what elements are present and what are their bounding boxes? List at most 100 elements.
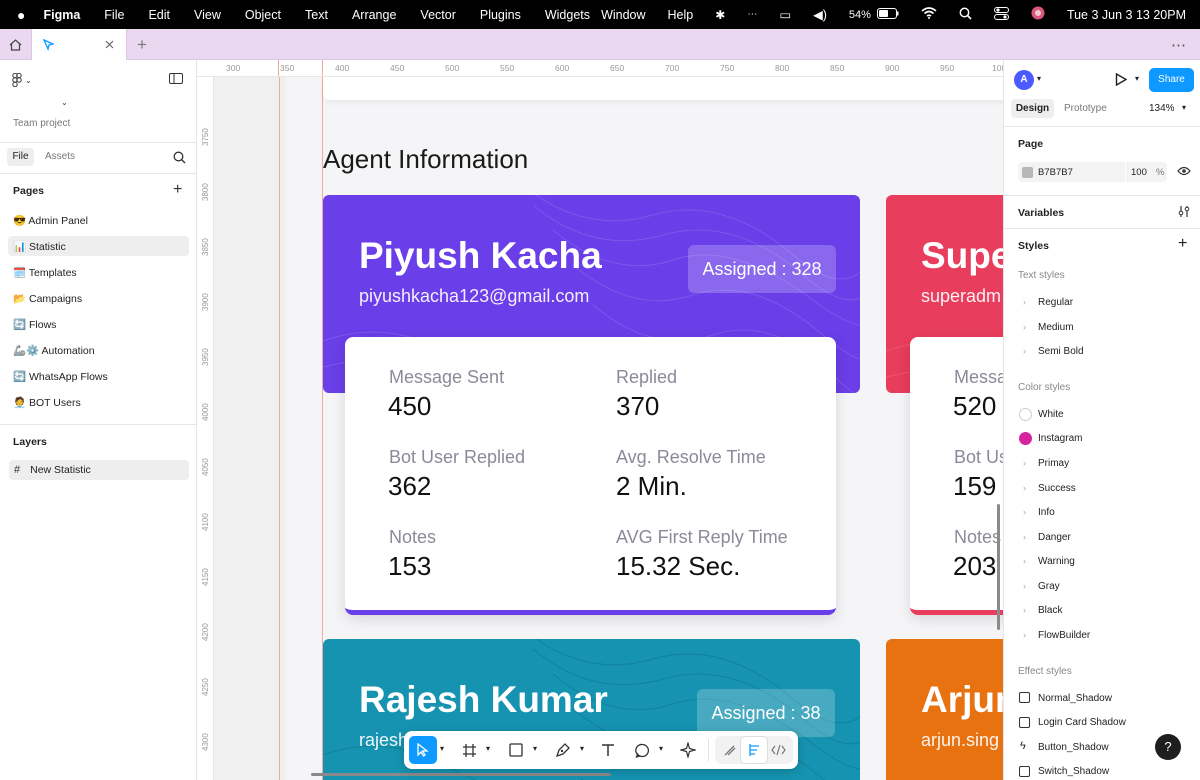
user-avatar[interactable]: A	[1014, 70, 1034, 90]
pen-tool-button[interactable]	[549, 736, 577, 764]
page-item-campaigns[interactable]: 📂 Campaigns	[8, 288, 189, 308]
status-icon-2[interactable]: ⋯	[747, 9, 757, 20]
add-style-button[interactable]: +	[1178, 235, 1187, 253]
help-button[interactable]: ?	[1155, 734, 1181, 760]
chevron-right-icon[interactable]: ›	[1023, 630, 1026, 640]
effect-style-item[interactable]: Button_Shadow	[1038, 742, 1109, 753]
status-icon-1[interactable]: ✱	[715, 8, 725, 22]
close-tab-icon[interactable]	[105, 40, 114, 49]
chevron-right-icon[interactable]: ›	[1023, 507, 1026, 517]
section-title[interactable]: Agent Information	[323, 144, 528, 175]
color-style-group[interactable]: Black	[1038, 605, 1062, 616]
chevron-down-icon[interactable]: ▾	[1182, 103, 1186, 112]
page-item-bot-users[interactable]: 🧑‍💼 BOT Users	[8, 392, 189, 412]
color-style-group[interactable]: Gray	[1038, 581, 1060, 592]
agent-stats-card[interactable]: Message Sent 450 Replied 370 Bot User Re…	[345, 337, 836, 615]
menu-text[interactable]: Text	[305, 8, 328, 22]
chevron-right-icon[interactable]: ›	[1023, 297, 1026, 307]
chevron-right-icon[interactable]: ›	[1023, 483, 1026, 493]
frame-tool-button[interactable]	[455, 736, 483, 764]
page-item-templates[interactable]: 🗓️ Templates	[8, 262, 189, 282]
menu-window[interactable]: Window	[601, 8, 645, 22]
tab-prototype[interactable]: Prototype	[1064, 103, 1107, 114]
agent-card-header[interactable]: Arjun arjun.sing	[886, 639, 1003, 780]
chevron-down-icon[interactable]: ▾	[1037, 74, 1041, 83]
toggle-sidebar-icon[interactable]	[169, 73, 183, 87]
chevron-down-icon[interactable]: ▾	[533, 744, 537, 753]
chevron-down-icon[interactable]: ▾	[1135, 74, 1139, 83]
user-avatar-icon[interactable]	[1031, 6, 1045, 23]
color-style-group[interactable]: Danger	[1038, 532, 1071, 543]
menu-edit[interactable]: Edit	[148, 8, 170, 22]
spotlight-search-icon[interactable]	[959, 7, 972, 23]
chevron-right-icon[interactable]: ›	[1023, 458, 1026, 468]
control-center-icon[interactable]	[993, 6, 1009, 23]
new-tab-button[interactable]: +	[130, 29, 154, 60]
move-tool-button[interactable]	[409, 736, 437, 764]
apple-icon[interactable]: ●	[17, 7, 25, 23]
chevron-right-icon[interactable]: ›	[1023, 532, 1026, 542]
actions-button[interactable]	[674, 736, 702, 764]
variables-title[interactable]: Variables	[1018, 207, 1064, 219]
variables-settings-icon[interactable]	[1178, 205, 1190, 221]
chevron-right-icon[interactable]: ›	[1023, 322, 1026, 332]
home-tab[interactable]	[0, 29, 32, 60]
color-style-group[interactable]: Success	[1038, 483, 1076, 494]
chevron-right-icon[interactable]: ›	[1023, 581, 1026, 591]
chevron-down-icon[interactable]: ▾	[659, 744, 663, 753]
shape-tool-button[interactable]	[502, 736, 530, 764]
layer-item-new-statistic[interactable]: # New Statistic	[9, 460, 189, 480]
chevron-right-icon[interactable]: ›	[1023, 605, 1026, 615]
color-style-item[interactable]: Instagram	[1038, 433, 1082, 444]
page-opacity-value[interactable]: 100	[1131, 167, 1147, 178]
horizontal-scrollbar[interactable]	[311, 773, 611, 776]
tab-design[interactable]: Design	[1011, 99, 1054, 118]
color-style-group[interactable]: Primay	[1038, 458, 1069, 469]
volume-icon[interactable]: ◀)	[813, 7, 827, 22]
main-menu-button[interactable]: ⌄	[12, 72, 38, 88]
menu-vector[interactable]: Vector	[420, 8, 455, 22]
menu-widgets[interactable]: Widgets	[545, 8, 590, 22]
vertical-scrollbar[interactable]	[997, 504, 1000, 630]
present-button[interactable]	[1115, 72, 1128, 89]
page-item-admin-panel[interactable]: 😎 Admin Panel	[8, 210, 189, 230]
comment-tool-button[interactable]	[628, 736, 656, 764]
page-color-swatch[interactable]	[1022, 167, 1033, 178]
project-name[interactable]: Team project	[13, 118, 70, 129]
menu-arrange[interactable]: Arrange	[352, 8, 396, 22]
menu-plugins[interactable]: Plugins	[480, 8, 521, 22]
more-options-icon[interactable]: ⋯	[1166, 29, 1192, 60]
page-item-whatsapp-flows[interactable]: 🔄 WhatsApp Flows	[8, 366, 189, 386]
text-style-item[interactable]: Semi Bold	[1038, 346, 1084, 357]
color-style-item[interactable]: White	[1038, 409, 1064, 420]
battery-icon[interactable]	[876, 7, 899, 22]
add-page-button[interactable]: +	[173, 181, 182, 199]
page-item-flows[interactable]: 🔄 Flows	[8, 314, 189, 334]
page-item-statistic[interactable]: 📊 Statistic	[8, 236, 189, 256]
effect-style-item[interactable]: Normal_Shadow	[1038, 693, 1112, 704]
zoom-level[interactable]: 134%	[1149, 103, 1175, 114]
agent-stats-card[interactable]: Messa 520 Bot Us 159 Notes 203	[910, 337, 1003, 615]
wifi-icon[interactable]	[921, 7, 937, 22]
file-tab-active[interactable]	[32, 29, 127, 60]
display-icon[interactable]: ▭	[779, 7, 791, 22]
chevron-down-icon[interactable]: ▾	[440, 744, 444, 753]
chevron-right-icon[interactable]: ›	[1023, 556, 1026, 566]
chevron-right-icon[interactable]: ›	[1023, 346, 1026, 356]
text-tool-button[interactable]	[594, 736, 622, 764]
page-color-value[interactable]: B7B7B7	[1038, 167, 1073, 178]
menu-view[interactable]: View	[194, 8, 221, 22]
tab-file[interactable]: File	[7, 148, 34, 166]
visibility-eye-icon[interactable]	[1177, 166, 1191, 179]
text-style-item[interactable]: Regular	[1038, 297, 1073, 308]
color-style-group[interactable]: FlowBuilder	[1038, 630, 1090, 641]
color-style-group[interactable]: Warning	[1038, 556, 1075, 567]
menu-app-name[interactable]: Figma	[43, 8, 80, 22]
dev-mode-button[interactable]	[764, 736, 792, 764]
menu-object[interactable]: Object	[245, 8, 281, 22]
chevron-down-icon[interactable]: ▾	[580, 744, 584, 753]
share-button[interactable]: Share	[1149, 68, 1194, 92]
effect-style-item[interactable]: Switch_Shadow	[1038, 766, 1109, 777]
search-layers-icon[interactable]	[173, 151, 186, 167]
design-canvas[interactable]: Agent Information Piyush Kacha piyushkac…	[214, 77, 1003, 780]
